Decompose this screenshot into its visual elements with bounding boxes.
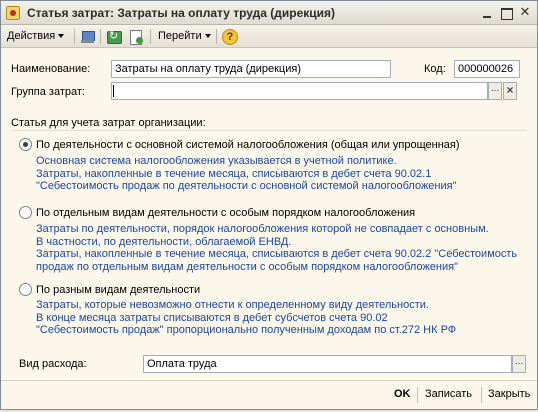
radio-main-tax-description: Основная система налогообложения указыва… [36,155,457,193]
close-button[interactable]: Закрыть [488,388,530,400]
actions-menu-label: Действия [7,30,56,42]
group-label: Группа затрат: [11,86,85,98]
radio-special-tax-label[interactable]: По отдельным видам деятельности с особым… [36,207,415,219]
button-separator [481,387,482,403]
toolbar-separator [100,29,101,44]
code-input[interactable]: 000000026 [454,60,520,78]
description-line: "Себестоимость продаж" пропорционально п… [36,324,457,336]
radio-various-activities-label[interactable]: По разным видам деятельности [36,284,200,296]
dialog-window: Статья затрат: Затраты на оплату труда (… [0,0,538,410]
ok-button[interactable]: OK [394,388,411,400]
minimize-icon[interactable] [479,5,495,21]
window-title: Статья затрат: Затраты на оплату труда (… [27,6,336,20]
app-icon [6,6,20,20]
toolbar-separator [74,29,75,44]
help-icon[interactable]: ? [222,29,238,45]
title-bar[interactable]: Статья затрат: Затраты на оплату труда (… [1,1,537,25]
goto-menu[interactable]: Перейти [158,28,211,45]
goto-menu-label: Перейти [158,30,202,42]
group-select-button[interactable]: ... [488,82,502,100]
description-line: "Себестоимость продаж по деятельности с … [36,180,457,192]
radio-main-tax[interactable] [19,138,32,151]
radio-various-activities[interactable] [19,283,32,296]
description-line: Затраты, которые невозможно отнести к оп… [36,299,429,311]
expense-input[interactable]: Оплата труда [143,355,512,373]
section-divider [11,130,527,131]
description-line: Основная система налогообложения указыва… [36,155,397,167]
code-label: Код: [424,63,446,75]
radio-special-tax-description: Затраты по деятельности, порядок налогоо… [36,223,517,273]
expense-select-button[interactable]: ... [512,355,526,373]
group-clear-button[interactable]: × [503,82,517,100]
name-input[interactable]: Затраты на оплату труда (дирекция) [111,60,391,78]
section-title: Статья для учета затрат организации: [11,117,206,129]
description-line: Затраты, накопленные в течение месяца, с… [36,248,518,260]
button-separator [417,387,418,403]
description-line: Затраты, накопленные в течение месяца, с… [36,167,432,180]
save-button[interactable]: Записать [425,388,472,400]
radio-various-activities-description: Затраты, которые невозможно отнести к оп… [36,299,456,337]
toolbar-separator [216,29,217,44]
expense-label: Вид расхода: [19,358,87,370]
chevron-down-icon [58,34,65,39]
new-document-icon[interactable] [128,29,144,45]
actions-menu[interactable]: Действия [7,28,65,45]
description-line: Затраты по деятельности, порядок налогоо… [36,223,489,235]
toolbar: Действия Перейти ? [1,25,537,48]
radio-main-tax-label[interactable]: По деятельности с основной системой нало… [36,139,460,151]
chevron-down-icon [204,34,211,39]
description-line: В частности, по деятельности, облагаемой… [36,235,292,248]
text-cursor [113,85,114,97]
name-label: Наименование: [11,63,91,75]
refresh-icon[interactable] [106,29,122,45]
description-line: В конце месяца затраты списываются в деб… [36,311,388,324]
structure-icon[interactable] [80,29,96,45]
radio-special-tax[interactable] [19,206,32,219]
close-icon[interactable]: ✕ [517,5,533,21]
group-input[interactable] [111,82,488,100]
description-line: продаж по отдельным видам деятельности с… [36,260,458,273]
bottom-divider [1,380,537,381]
toolbar-separator [150,29,151,44]
maximize-icon[interactable] [498,5,514,21]
